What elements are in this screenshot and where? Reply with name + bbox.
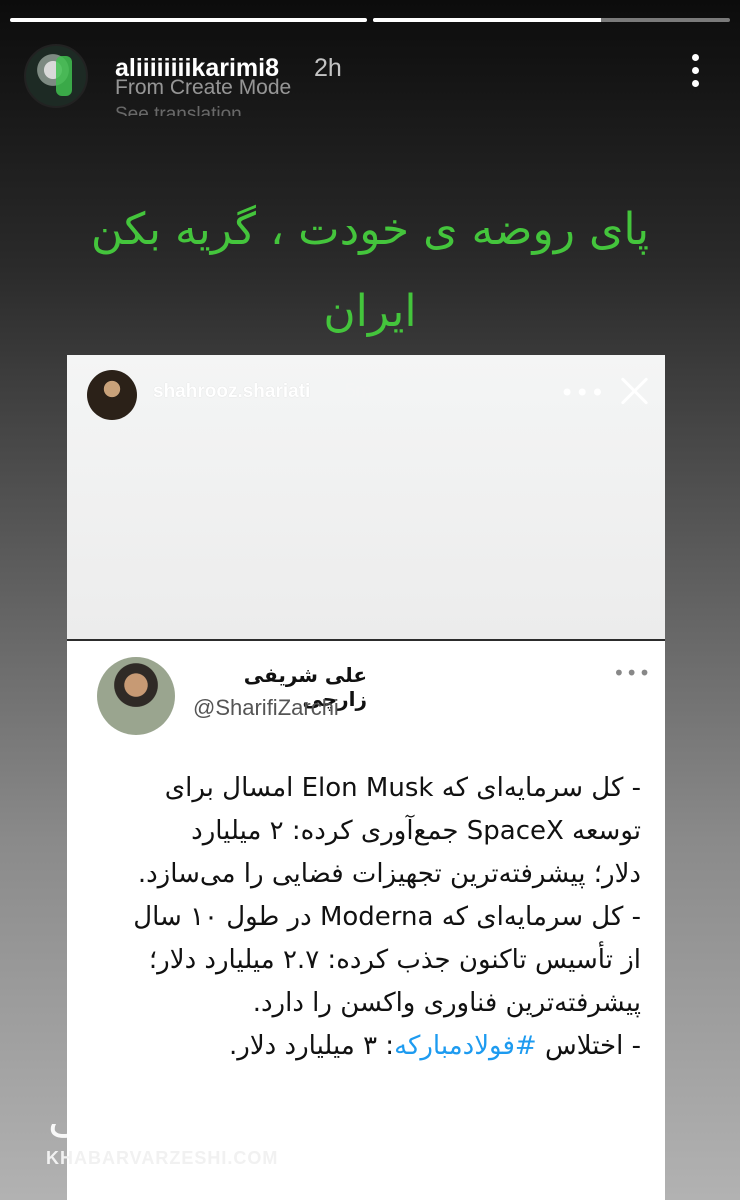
divider xyxy=(67,639,665,641)
story-header: aliiiiiiiikarimi8 2h From Create Mode Se… xyxy=(20,40,720,116)
tweet-body: - کل سرمایه‌ای که Elon Musk امسال برای ت… xyxy=(101,767,641,1068)
tweet-line: پیشرفته‌ترین فناوری واکسن را دارد. xyxy=(252,988,641,1018)
tweet-avatar xyxy=(97,657,175,735)
tweet-line: - کل سرمایه‌ای که Elon Musk امسال برای xyxy=(164,773,641,803)
tweet-more-icon: ••• xyxy=(613,661,652,685)
more-vertical-icon[interactable] xyxy=(690,54,700,90)
tweet-line-hashtag: - اختلاس #فولادمبارکه: ۳ میلیارد دلار. xyxy=(101,1025,641,1068)
watermark-site: KHABARVARZESHI.COM xyxy=(46,1148,279,1168)
tweet-line: - کل سرمایه‌ای که Moderna در طول ۱۰ سال xyxy=(133,902,641,932)
post-time: 2h xyxy=(314,54,342,82)
tweet-line-prefix: - اختلاس xyxy=(536,1031,641,1061)
shared-avatar[interactable] xyxy=(87,370,137,420)
tweet-handle: @SharifiZarchi xyxy=(193,695,339,720)
shared-time: 5m xyxy=(345,381,372,402)
watermark-logo: خبرورزشی xyxy=(48,1092,251,1143)
tweet-line-suffix: : ۳ میلیارد دلار. xyxy=(229,1031,395,1061)
tweet-line: توسعه SpaceX جمع‌آوری کرده: ۲ میلیارد xyxy=(191,816,641,846)
see-translation-link[interactable]: See translation xyxy=(115,104,242,116)
story-caption-line-1: پای روضه ی خودت ، گریه بکن xyxy=(90,204,650,255)
create-mode-label: From Create Mode xyxy=(115,76,292,99)
shared-username[interactable]: shahrooz.shariati xyxy=(153,381,310,403)
hashtag-link[interactable]: #فولادمبارکه xyxy=(394,1031,537,1061)
shared-story-header-area: shahrooz.shariati 5m ••• xyxy=(67,355,665,641)
story-progress-segment-1 xyxy=(10,18,367,22)
story-caption-line-2: ایران xyxy=(323,286,417,337)
shared-story-card: shahrooz.shariati 5m ••• علی شریفی زارچی… xyxy=(67,355,665,1200)
avatar[interactable] xyxy=(24,44,88,108)
tweet-line: دلار؛ پیشرفته‌ترین تجهیزات فضایی را می‌س… xyxy=(137,859,641,889)
story-progress-segment-2 xyxy=(373,18,730,22)
more-horizontal-icon[interactable]: ••• xyxy=(560,379,605,407)
tweet-line: از تأسیس تاکنون جذب کرده: ۲.۷ میلیارد دل… xyxy=(148,945,641,975)
close-icon[interactable] xyxy=(617,373,653,409)
